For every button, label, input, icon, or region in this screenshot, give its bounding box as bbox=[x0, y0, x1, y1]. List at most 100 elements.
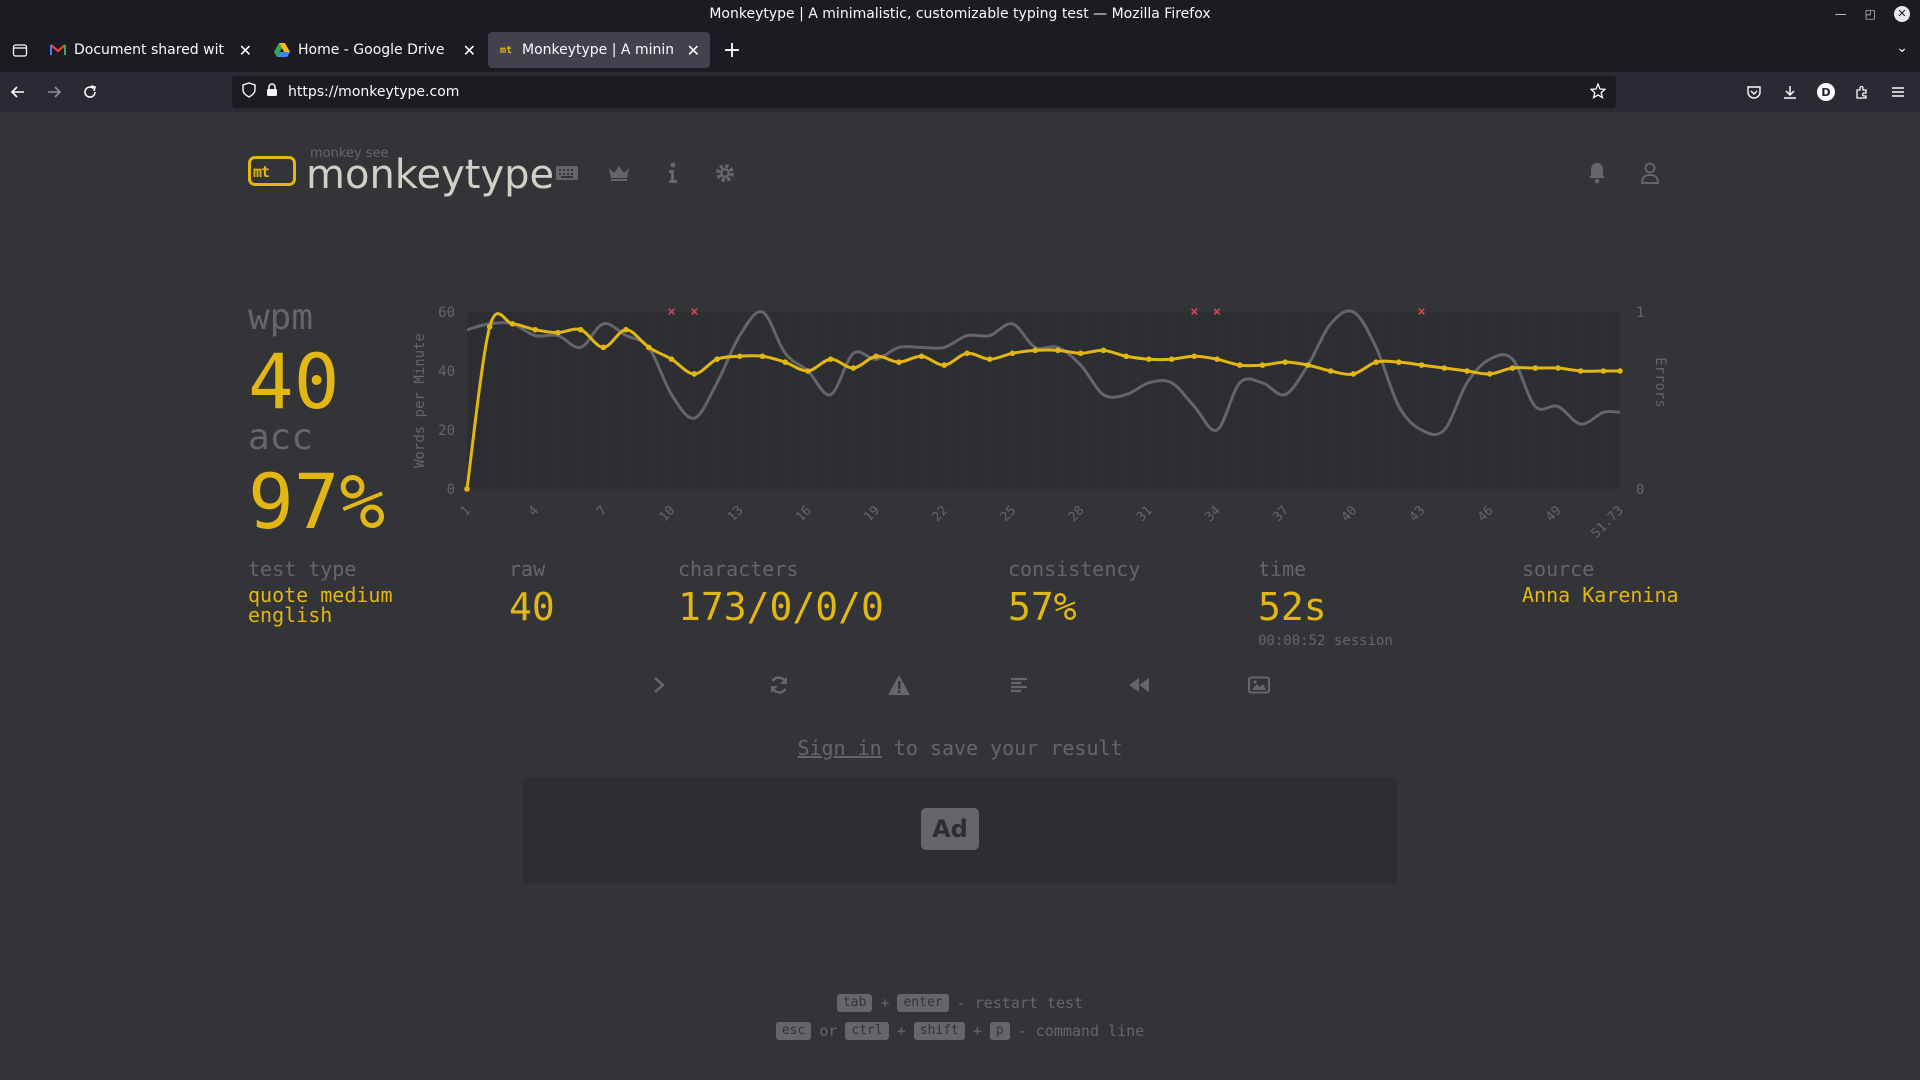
gmail-icon bbox=[50, 42, 66, 58]
restore-icon[interactable]: ◰ bbox=[1865, 0, 1876, 28]
y-tick-label: 0 bbox=[447, 482, 455, 498]
series-point-wpm bbox=[668, 356, 675, 362]
series-point-wpm bbox=[600, 344, 607, 351]
test-type-label: test type bbox=[248, 557, 357, 581]
tab-google-drive[interactable]: Home - Google Drive ✕ bbox=[264, 32, 486, 68]
x-tick-label: 22 bbox=[929, 503, 951, 525]
time-value: 52s bbox=[1258, 585, 1327, 629]
site-title[interactable]: monkeytype bbox=[306, 152, 554, 198]
url-bar[interactable]: https://monkeytype.com bbox=[232, 76, 1616, 108]
backward-icon[interactable] bbox=[1124, 670, 1154, 700]
x-tick-label: 4 bbox=[526, 503, 542, 519]
consistency-value: 57% bbox=[1008, 585, 1077, 629]
x-tick-label: 10 bbox=[657, 503, 679, 525]
keyboard-icon[interactable] bbox=[554, 160, 580, 186]
tab-list-icon[interactable] bbox=[0, 28, 40, 72]
series-point-wpm bbox=[736, 353, 743, 360]
crown-icon[interactable] bbox=[606, 160, 632, 186]
series-point-wpm bbox=[623, 326, 629, 333]
series-point-wpm bbox=[1418, 362, 1425, 368]
series-point-wpm bbox=[1236, 362, 1243, 368]
user-icon[interactable] bbox=[1637, 160, 1663, 186]
stat-test-type: test type quote medium english bbox=[248, 557, 393, 625]
series-point-wpm bbox=[532, 326, 538, 333]
characters-label: characters bbox=[678, 557, 799, 581]
gear-icon[interactable] bbox=[712, 160, 738, 186]
accuracy-label: acc bbox=[248, 417, 314, 458]
tab-title: Document shared with you bbox=[74, 42, 225, 58]
forward-button[interactable] bbox=[36, 76, 72, 108]
chevron-down-icon[interactable]: ⌄ bbox=[1896, 40, 1908, 56]
series-point-wpm bbox=[850, 365, 857, 371]
stat-characters: characters 173/0/0/0 bbox=[678, 557, 884, 629]
restart-icon[interactable] bbox=[764, 670, 794, 700]
accuracy-value: 97% bbox=[248, 457, 386, 546]
image-icon[interactable] bbox=[1244, 670, 1274, 700]
window-controls: — ◰ ✕ bbox=[1835, 0, 1910, 28]
key-p: p bbox=[989, 1022, 1010, 1040]
tab-gmail[interactable]: Document shared with you ✕ bbox=[40, 32, 262, 68]
stat-raw: raw 40 bbox=[509, 557, 555, 629]
x-tick-label: 43 bbox=[1407, 503, 1429, 525]
stat-consistency: consistency 57% bbox=[1008, 557, 1140, 629]
close-tab-icon[interactable]: ✕ bbox=[687, 41, 700, 60]
warning-icon[interactable] bbox=[884, 670, 914, 700]
series-point-wpm bbox=[1486, 371, 1493, 377]
hint-text: - command line bbox=[1017, 1022, 1145, 1040]
error-marker: × bbox=[690, 304, 698, 320]
close-window-icon[interactable]: ✕ bbox=[1894, 6, 1910, 22]
series-point-wpm bbox=[1441, 365, 1448, 371]
series-point-wpm bbox=[1532, 365, 1539, 371]
reload-button[interactable] bbox=[72, 76, 108, 108]
bookmark-star-icon[interactable] bbox=[1589, 82, 1607, 103]
google-drive-icon bbox=[274, 42, 290, 58]
tab-monkeytype[interactable]: mt Monkeytype | A minimalist ✕ bbox=[488, 32, 710, 68]
x-tick-label: 34 bbox=[1202, 503, 1224, 525]
series-point-wpm bbox=[1100, 347, 1107, 354]
x-tick-label: 28 bbox=[1066, 503, 1088, 525]
sign-in-link[interactable]: Sign in bbox=[797, 736, 881, 760]
next-test-icon[interactable] bbox=[644, 670, 674, 700]
close-tab-icon[interactable]: ✕ bbox=[239, 41, 252, 60]
navigation-bar: https://monkeytype.com D bbox=[0, 72, 1920, 112]
x-tick-label: 51.73 bbox=[1589, 503, 1627, 541]
series-point-wpm bbox=[1055, 347, 1061, 354]
raw-value: 40 bbox=[509, 585, 555, 629]
minimize-icon[interactable]: — bbox=[1835, 0, 1847, 28]
keyboard-hints: tab + enter - restart test esc or ctrl +… bbox=[0, 989, 1920, 1045]
series-point-wpm bbox=[1282, 359, 1289, 365]
hamburger-menu-icon[interactable] bbox=[1882, 76, 1914, 108]
source-value: Anna Karenina bbox=[1522, 583, 1679, 607]
series-point-wpm bbox=[1396, 359, 1402, 365]
new-tab-button[interactable]: + bbox=[716, 34, 748, 66]
series-point-wpm bbox=[1032, 347, 1039, 354]
account-avatar[interactable]: D bbox=[1810, 76, 1842, 108]
series-point-wpm bbox=[941, 362, 948, 368]
ad-placeholder: Ad bbox=[523, 778, 1397, 884]
extensions-icon[interactable] bbox=[1846, 76, 1878, 108]
series-point-wpm bbox=[1214, 356, 1220, 362]
y-axis-label: Words per Minute bbox=[412, 333, 428, 468]
signin-prompt: Sign in to save your result bbox=[0, 736, 1920, 760]
monkeytype-logo-icon[interactable]: mt bbox=[248, 156, 296, 186]
download-icon[interactable] bbox=[1774, 76, 1806, 108]
back-button[interactable] bbox=[0, 76, 36, 108]
series-point-wpm bbox=[1191, 353, 1198, 360]
error-marker: × bbox=[1213, 304, 1221, 320]
x-tick-label: 7 bbox=[594, 503, 610, 519]
signin-rest-text: to save your result bbox=[893, 736, 1123, 760]
hint-restart: tab + enter - restart test bbox=[0, 989, 1920, 1017]
series-point-wpm bbox=[1009, 350, 1016, 357]
pocket-icon[interactable] bbox=[1738, 76, 1770, 108]
lock-icon[interactable] bbox=[266, 83, 278, 101]
stat-source: source Anna Karenina bbox=[1522, 557, 1679, 605]
error-marker: × bbox=[1417, 304, 1425, 320]
y2-tick-label: 0 bbox=[1636, 482, 1644, 498]
align-left-icon[interactable] bbox=[1004, 670, 1034, 700]
test-type-value: quote medium bbox=[248, 583, 393, 607]
info-icon[interactable] bbox=[660, 160, 686, 186]
bell-icon[interactable] bbox=[1584, 160, 1610, 186]
series-point-wpm bbox=[805, 368, 811, 374]
close-tab-icon[interactable]: ✕ bbox=[463, 41, 476, 60]
shield-icon[interactable] bbox=[242, 82, 256, 102]
